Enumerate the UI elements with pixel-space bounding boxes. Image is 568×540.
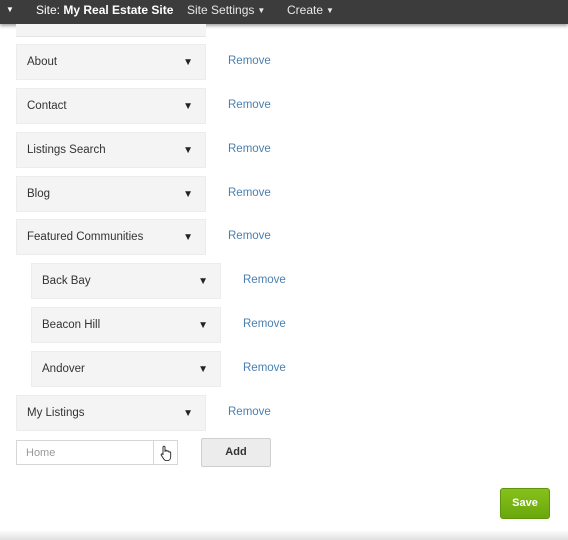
add-button[interactable]: Add (201, 438, 271, 467)
input-divider (153, 441, 154, 464)
menu-item-label: Beacon Hill (42, 319, 101, 331)
menu-item-partial (16, 24, 206, 37)
site-prefix: Site: (36, 3, 61, 17)
menu-item-label: Back Bay (42, 275, 91, 287)
save-button[interactable]: Save (500, 488, 550, 519)
dropdown-arrow-icon[interactable]: ▼ (198, 276, 208, 287)
menu-item-label: Featured Communities (27, 231, 144, 243)
menu-caret-icon[interactable]: ▼ (6, 5, 14, 14)
menu-item-label: Blog (27, 188, 51, 200)
remove-link[interactable]: Remove (228, 230, 271, 242)
remove-link[interactable]: Remove (228, 187, 271, 199)
menu-item-contact[interactable]: Contact ▼ (16, 88, 206, 124)
dropdown-arrow-icon[interactable]: ▼ (183, 57, 193, 68)
remove-link[interactable]: Remove (228, 143, 271, 155)
menu-row-contact: Contact ▼ Remove (16, 88, 286, 124)
create-menu[interactable]: Create ▼ (287, 3, 334, 17)
create-label: Create (287, 3, 324, 17)
chevron-down-icon: ▼ (326, 6, 334, 15)
top-nav-bar: ▼ Site: My Real Estate Site Site Setting… (0, 0, 568, 24)
remove-link[interactable]: Remove (243, 274, 286, 286)
dropdown-arrow-icon[interactable]: ▼ (183, 101, 193, 112)
menu-item-label: Andover (42, 363, 85, 375)
submenu-item-andover[interactable]: Andover ▼ (31, 351, 221, 387)
menu-item-featured-communities[interactable]: Featured Communities ▼ (16, 219, 206, 255)
menu-row-andover: Andover ▼ Remove (31, 351, 301, 387)
bottom-edge-shadow (0, 530, 568, 540)
site-settings-label: Site Settings (187, 3, 255, 17)
dropdown-arrow-icon[interactable]: ▼ (183, 189, 193, 200)
hand-cursor-icon (160, 445, 172, 461)
dropdown-arrow-icon[interactable]: ▼ (183, 232, 193, 243)
remove-link[interactable]: Remove (228, 406, 271, 418)
site-name: My Real Estate Site (63, 3, 174, 17)
menu-row-featured-communities: Featured Communities ▼ Remove (16, 219, 286, 255)
add-page-input[interactable] (17, 441, 153, 464)
menu-item-blog[interactable]: Blog ▼ (16, 176, 206, 212)
menu-item-my-listings[interactable]: My Listings ▼ (16, 395, 206, 431)
dropdown-arrow-icon[interactable]: ▼ (183, 145, 193, 156)
dropdown-arrow-icon[interactable]: ▼ (183, 408, 193, 419)
menu-row-beacon-hill: Beacon Hill ▼ Remove (31, 307, 301, 343)
submenu-item-beacon-hill[interactable]: Beacon Hill ▼ (31, 307, 221, 343)
menu-row-my-listings: My Listings ▼ Remove (16, 395, 286, 431)
menu-item-label: Contact (27, 100, 67, 112)
site-settings-menu[interactable]: Site Settings ▼ (187, 3, 265, 17)
dropdown-arrow-icon[interactable]: ▼ (198, 320, 208, 331)
remove-link[interactable]: Remove (243, 318, 286, 330)
add-page-select (16, 440, 178, 465)
menu-item-label: My Listings (27, 407, 85, 419)
menu-item-listings-search[interactable]: Listings Search ▼ (16, 132, 206, 168)
menu-item-about[interactable]: About ▼ (16, 44, 206, 80)
site-selector[interactable]: Site: My Real Estate Site (36, 3, 173, 17)
chevron-down-icon: ▼ (257, 6, 266, 15)
remove-link[interactable]: Remove (228, 55, 271, 67)
menu-row-about: About ▼ Remove (16, 44, 286, 80)
dropdown-arrow-icon[interactable]: ▼ (198, 364, 208, 375)
menu-item-label: Listings Search (27, 144, 106, 156)
remove-link[interactable]: Remove (228, 99, 271, 111)
menu-row-listings-search: Listings Search ▼ Remove (16, 132, 286, 168)
submenu-item-back-bay[interactable]: Back Bay ▼ (31, 263, 221, 299)
menu-row-back-bay: Back Bay ▼ Remove (31, 263, 301, 299)
menu-row-blog: Blog ▼ Remove (16, 176, 286, 212)
remove-link[interactable]: Remove (243, 362, 286, 374)
menu-item-label: About (27, 56, 58, 68)
